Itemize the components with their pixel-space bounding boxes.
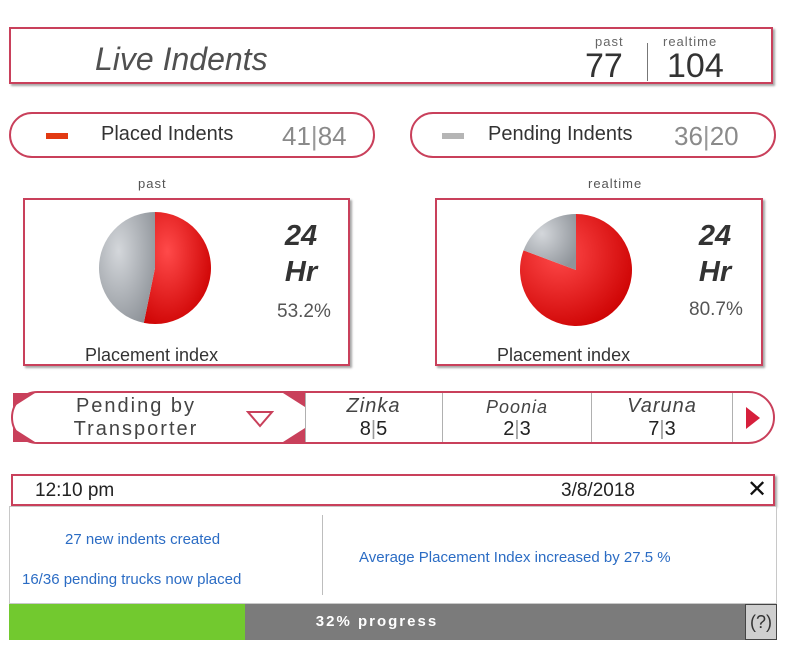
past-placement-panel: 24 Hr 53.2% Placement index [23,198,350,366]
past-total: 77 [585,47,623,85]
pending-label: Pending Indents [488,123,633,145]
past-percent: 53.2% [277,301,331,322]
realtime-hours: 24 [698,220,732,252]
realtime-total: 104 [667,47,724,85]
realtime-hours-unit: Hr [698,256,732,288]
transporter-name: Varuna [627,395,697,417]
new-indents-message: 27 new indents created [65,531,221,548]
realtime-placement-panel: 24 Hr 80.7% Placement index [435,198,763,366]
realtime-caption: realtime [588,176,643,191]
notification-header: 12:10 pm 3/8/2018 ✕ [11,474,775,506]
transporter-name: Zinka [346,395,401,417]
selector-label-line1: Pending by [75,395,197,417]
progress-label: 32% progress [315,613,439,630]
transporter-item-zinka[interactable]: Zinka 8|5 [306,393,441,442]
placed-indents-legend[interactable]: Placed Indents 41|84 [9,112,375,158]
page-title: Live Indents [95,41,268,77]
past-pie-chart [99,212,212,324]
help-button[interactable]: (?) [745,604,777,640]
pending-swatch [442,133,464,139]
close-icon[interactable]: ✕ [745,477,769,503]
strip-divider [732,393,733,442]
transporter-value-b: 3 [519,418,531,440]
value-separator: | [310,121,318,151]
transporter-strip: Pending by Transporter Zinka 8|5 Poonia … [11,391,775,444]
selector-label-line2: Transporter [73,418,199,440]
placed-label: Placed Indents [101,123,234,145]
transporter-values: 2|3 [443,418,591,441]
placement-index-message: Average Placement Index increased by 27.… [359,549,671,566]
pending-indents-legend[interactable]: Pending Indents 36|20 [410,112,776,158]
realtime-placement-label: Placement index [497,345,631,365]
pending-values: 36|20 [674,121,739,152]
header-bar: Live Indents past 77 realtime 104 [9,27,773,85]
past-placement-label: Placement index [85,345,219,365]
past-hours: 24 [284,220,318,252]
value-separator: | [702,121,710,151]
pending-realtime-value: 20 [709,121,739,151]
transporter-value-b: 5 [376,418,388,440]
pending-trucks-message: 16/36 pending trucks now placed [22,571,242,588]
realtime-pie-chart [520,214,632,326]
transporter-value-b: 3 [664,418,676,440]
transporter-values: 7|3 [592,418,732,441]
past-caption: past [138,176,167,191]
transporter-item-poonia[interactable]: Poonia 2|3 [443,393,591,442]
transporter-value-a: 7 [648,418,660,440]
progress-bar: 32% progress [9,604,745,640]
notification-body: 27 new indents created 16/36 pending tru… [9,506,777,604]
next-arrow-icon[interactable] [744,405,762,431]
pending-by-transporter-selector[interactable]: Pending by Transporter [13,393,305,442]
past-pie-slice-pending [99,212,155,323]
pending-past-value: 36 [674,121,703,151]
transporter-item-varuna[interactable]: Varuna 7|3 [592,393,732,442]
header-divider [647,43,648,81]
notification-time: 12:10 pm [35,480,115,501]
placed-swatch [46,133,68,139]
notification-date: 3/8/2018 [561,480,635,501]
placed-past-value: 41 [282,121,311,151]
placed-realtime-value: 84 [317,121,347,151]
realtime-percent: 80.7% [689,299,743,320]
placed-values: 41|84 [282,121,347,152]
transporter-value-a: 2 [503,418,515,440]
transporter-name: Poonia [485,397,549,417]
chevron-down-icon [246,411,274,428]
transporter-value-a: 8 [359,418,371,440]
past-hours-unit: Hr [284,256,318,288]
notification-divider [322,515,323,595]
transporter-values: 8|5 [306,418,441,441]
